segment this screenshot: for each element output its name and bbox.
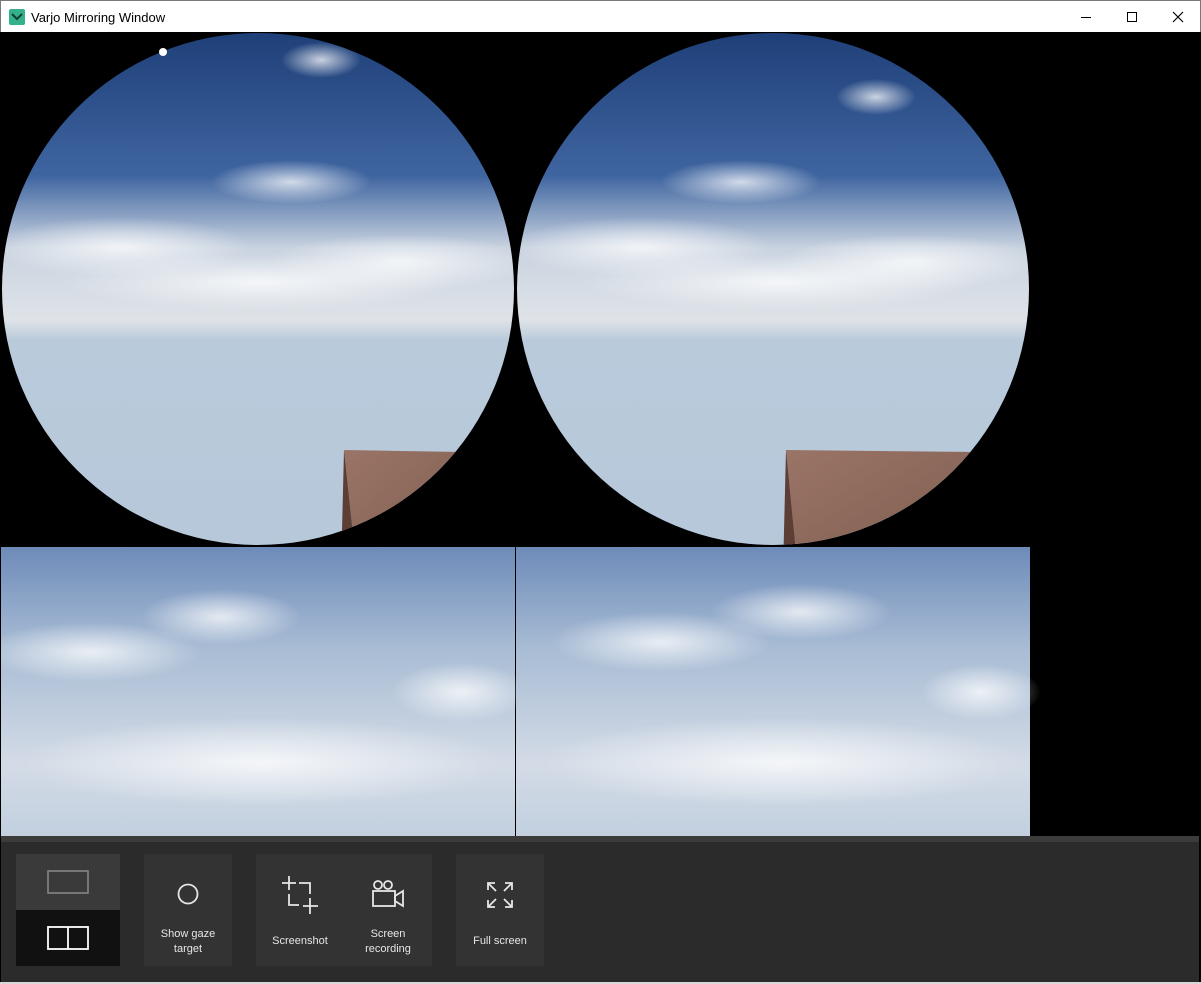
- full-screen-label: Full screen: [473, 935, 527, 947]
- left-eye-context-view: [2, 33, 514, 545]
- close-icon: [1172, 11, 1184, 22]
- dual-view-icon: [47, 926, 89, 950]
- maximize-icon: [1127, 11, 1137, 22]
- screenshot-icon: [282, 876, 318, 914]
- show-gaze-target-button[interactable]: Show gaze target: [144, 854, 232, 966]
- single-view-button[interactable]: [16, 854, 120, 910]
- single-view-icon: [47, 870, 89, 894]
- varjo-app-icon: [9, 9, 25, 25]
- minimize-button[interactable]: [1063, 1, 1109, 32]
- screen-recording-button[interactable]: Screen recording: [344, 854, 432, 966]
- window-title: Varjo Mirroring Window: [31, 10, 166, 25]
- mirror-view-area: [1, 32, 1199, 838]
- full-screen-button[interactable]: Full screen: [456, 854, 544, 966]
- title-bar: Varjo Mirroring Window: [0, 0, 1201, 32]
- maximize-button[interactable]: [1109, 1, 1155, 32]
- screen-recording-label-line2: recording: [365, 943, 411, 955]
- view-mode-toggle: [16, 854, 120, 966]
- capture-button-group: Screenshot Screen recording: [256, 854, 432, 966]
- left-eye-focus-view: [1, 547, 531, 836]
- screenshot-button[interactable]: Screenshot: [256, 854, 344, 966]
- video-camera-icon: [372, 880, 404, 908]
- fullscreen-icon: [487, 882, 513, 908]
- show-gaze-label-line1: Show gaze: [160, 928, 216, 940]
- show-gaze-label-line2: target: [173, 943, 203, 955]
- dual-view-button[interactable]: [16, 910, 120, 966]
- close-button[interactable]: [1155, 1, 1201, 32]
- right-eye-focus-view: [516, 547, 1041, 836]
- right-eye-context-view: [517, 33, 1029, 545]
- toolbar: Show gaze target Screenshot Screen recor…: [1, 842, 1199, 982]
- minimize-icon: [1081, 16, 1091, 18]
- gaze-circle-icon: [177, 883, 199, 905]
- screenshot-label: Screenshot: [272, 935, 328, 947]
- screen-recording-label-line1: Screen: [370, 928, 406, 940]
